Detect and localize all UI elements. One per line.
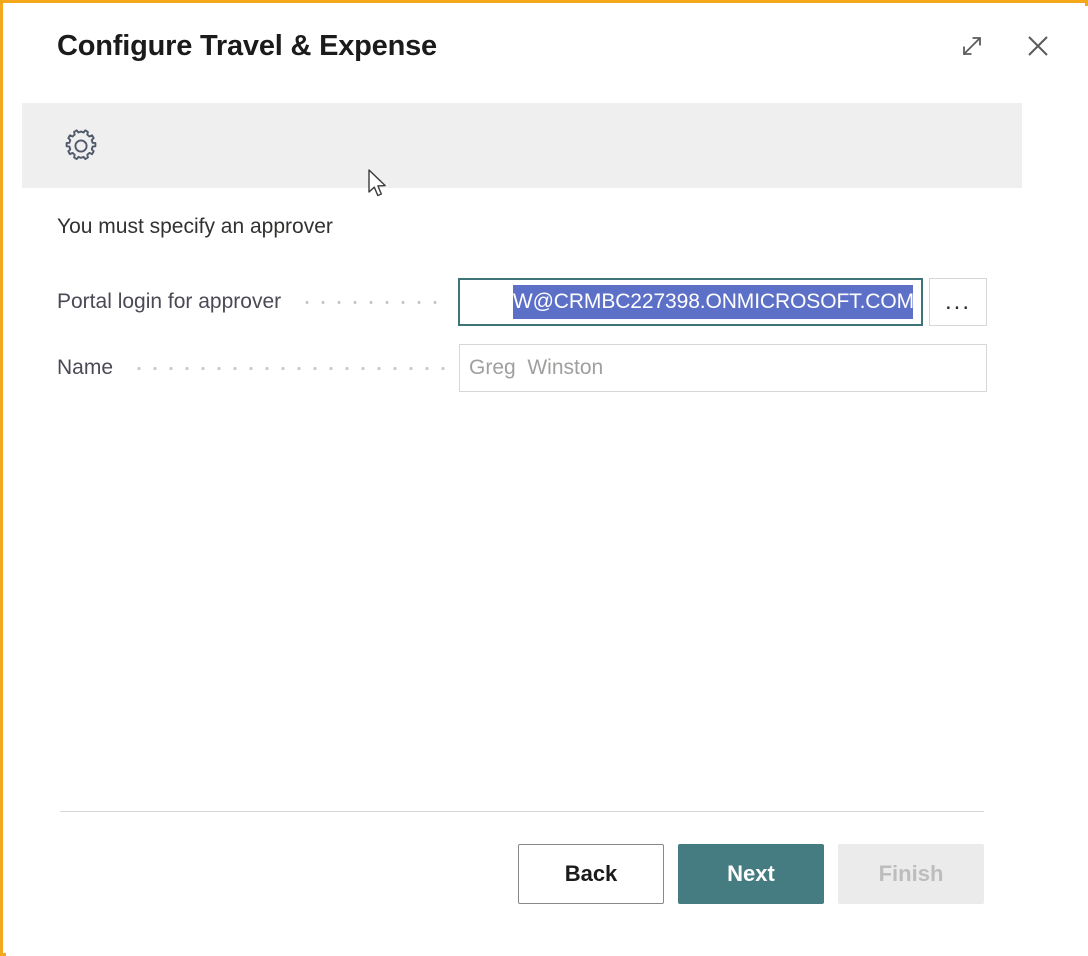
portal-login-lookup-button[interactable]: ... [929,278,987,326]
name-control: Greg Winston [459,344,987,392]
wizard-banner [22,103,1022,188]
page-title: Configure Travel & Expense [57,30,437,62]
footer-button-bar: Back Next Finish [6,844,984,904]
close-icon [1022,30,1054,62]
name-label: Name [57,356,114,379]
dotted-leader [125,357,449,379]
footer-divider [60,811,984,812]
expand-diagonal-icon [957,31,987,61]
dotted-leader [293,291,448,313]
gear-icon [58,123,104,169]
expand-button[interactable] [950,24,994,68]
titlebar-actions [950,24,1060,68]
ellipsis-icon: ... [944,287,971,315]
portal-login-input[interactable]: W@CRMBC227398.ONMICROSOFT.COM [458,278,923,326]
back-button[interactable]: Back [518,844,664,904]
screenshot-annotation-frame: Configure Travel & Expense You must spec… [0,0,1088,956]
field-row-name: Name Greg Winston [57,344,987,392]
configure-travel-expense-dialog: Configure Travel & Expense You must spec… [6,6,1088,956]
name-input[interactable]: Greg Winston [459,344,987,392]
portal-login-value-viewport: W@CRMBC227398.ONMICROSOFT.COM [468,285,913,319]
portal-login-label: Portal login for approver [57,290,282,313]
validation-message: You must specify an approver [57,215,333,238]
dialog-titlebar: Configure Travel & Expense [6,6,1088,93]
finish-button: Finish [838,844,984,904]
next-button[interactable]: Next [678,844,824,904]
field-row-portal-login: Portal login for approver W@CRMBC227398.… [57,278,987,326]
portal-login-control: W@CRMBC227398.ONMICROSOFT.COM ... [458,278,987,326]
close-button[interactable] [1016,24,1060,68]
portal-login-selected-text: W@CRMBC227398.ONMICROSOFT.COM [512,285,913,319]
name-placeholder: Greg Winston [469,356,604,379]
